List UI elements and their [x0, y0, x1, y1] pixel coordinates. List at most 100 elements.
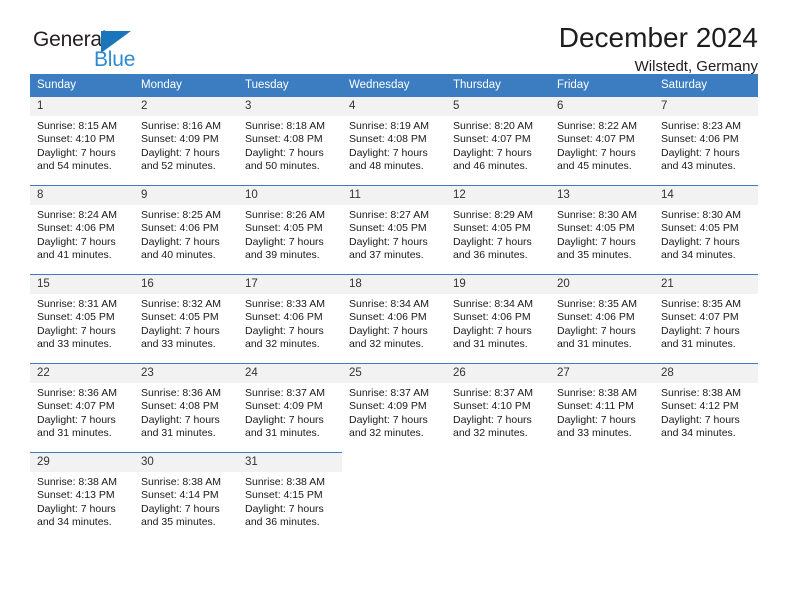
calendar-day-cell[interactable]: 3 Sunrise: 8:18 AM Sunset: 4:08 PM Daylight…: [238, 96, 342, 186]
daylight-text-line2: and 31 minutes.: [453, 338, 528, 351]
calendar-day-cell[interactable]: 18 Sunrise: 8:34 AM Sunset: 4:06 PM Dayligh…: [342, 274, 446, 364]
daylight-text-line1: Daylight: 7 hours: [245, 235, 324, 248]
daylight-text-line1: Daylight: 7 hours: [141, 413, 220, 426]
calendar-week-row: 22 Sunrise: 8:36 AM Sunset: 4:07 PM Dayligh…: [30, 363, 758, 453]
calendar-day-cell-empty: [342, 452, 446, 542]
sunset-text: Sunset: 4:06 PM: [661, 133, 739, 146]
calendar-day-cell[interactable]: 6 Sunrise: 8:22 AM Sunset: 4:07 PM Daylight…: [550, 96, 654, 186]
sunrise-text: Sunrise: 8:37 AM: [245, 387, 325, 399]
calendar-day-cell[interactable]: 12 Sunrise: 8:29 AM Sunset: 4:05 PM Dayligh…: [446, 185, 550, 275]
calendar-day-cell[interactable]: 25 Sunrise: 8:37 AM Sunset: 4:09 PM Dayligh…: [342, 363, 446, 453]
calendar-day-cell[interactable]: 24 Sunrise: 8:37 AM Sunset: 4:09 PM Dayligh…: [238, 363, 342, 453]
calendar-day-cell[interactable]: 22 Sunrise: 8:36 AM Sunset: 4:07 PM Dayligh…: [30, 363, 134, 453]
sunrise-text: Sunrise: 8:32 AM: [141, 298, 221, 310]
daylight-text-line2: and 35 minutes.: [557, 249, 632, 262]
calendar-day-cell[interactable]: 23 Sunrise: 8:36 AM Sunset: 4:08 PM Dayligh…: [134, 363, 238, 453]
calendar-day-cell[interactable]: 19 Sunrise: 8:34 AM Sunset: 4:06 PM Dayligh…: [446, 274, 550, 364]
day-info: Sunrise: 8:24 AM Sunset: 4:06 PM Daylight:…: [30, 205, 134, 263]
sunrise-text: Sunrise: 8:35 AM: [661, 298, 741, 310]
calendar-day-cell[interactable]: 10 Sunrise: 8:26 AM Sunset: 4:05 PM Dayligh…: [238, 185, 342, 275]
sunset-text: Sunset: 4:05 PM: [557, 222, 635, 235]
daylight-text-line1: Daylight: 7 hours: [245, 502, 324, 515]
daylight-text-line2: and 31 minutes.: [661, 338, 736, 351]
daylight-text-line2: and 41 minutes.: [37, 249, 112, 262]
sunset-text: Sunset: 4:14 PM: [141, 489, 219, 502]
sunrise-text: Sunrise: 8:31 AM: [37, 298, 117, 310]
daylight-text-line1: Daylight: 7 hours: [37, 235, 116, 248]
calendar-day-cell[interactable]: 11 Sunrise: 8:27 AM Sunset: 4:05 PM Dayligh…: [342, 185, 446, 275]
calendar-day-cell[interactable]: 14 Sunrise: 8:30 AM Sunset: 4:05 PM Dayligh…: [654, 185, 758, 275]
calendar-day-cell[interactable]: 7 Sunrise: 8:23 AM Sunset: 4:06 PM Daylight…: [654, 96, 758, 186]
day-number: 30: [134, 453, 238, 472]
calendar-week-row: 1 Sunrise: 8:15 AM Sunset: 4:10 PM Daylight…: [30, 96, 758, 186]
day-number: 12: [446, 186, 550, 205]
daylight-text-line1: Daylight: 7 hours: [245, 146, 324, 159]
calendar-day-cell-empty: [654, 452, 758, 542]
brand-logo[interactable]: General Blue: [33, 28, 163, 80]
day-number: 15: [30, 275, 134, 294]
sunset-text: Sunset: 4:07 PM: [557, 133, 635, 146]
sunrise-text: Sunrise: 8:18 AM: [245, 120, 325, 132]
sunset-text: Sunset: 4:10 PM: [37, 133, 115, 146]
daylight-text-line2: and 31 minutes.: [141, 427, 216, 440]
sunrise-text: Sunrise: 8:16 AM: [141, 120, 221, 132]
daylight-text-line1: Daylight: 7 hours: [557, 324, 636, 337]
calendar-day-cell[interactable]: 13 Sunrise: 8:30 AM Sunset: 4:05 PM Dayligh…: [550, 185, 654, 275]
calendar-day-cell[interactable]: 8 Sunrise: 8:24 AM Sunset: 4:06 PM Daylight…: [30, 185, 134, 275]
day-number: 3: [238, 97, 342, 116]
calendar-day-cell[interactable]: 15 Sunrise: 8:31 AM Sunset: 4:05 PM Dayligh…: [30, 274, 134, 364]
day-info: Sunrise: 8:18 AM Sunset: 4:08 PM Daylight:…: [238, 116, 342, 174]
daylight-text-line2: and 34 minutes.: [661, 249, 736, 262]
calendar-day-cell[interactable]: 20 Sunrise: 8:35 AM Sunset: 4:06 PM Dayligh…: [550, 274, 654, 364]
day-number: 9: [134, 186, 238, 205]
day-number: 23: [134, 364, 238, 383]
calendar-day-cell[interactable]: 16 Sunrise: 8:32 AM Sunset: 4:05 PM Dayligh…: [134, 274, 238, 364]
day-number: 11: [342, 186, 446, 205]
daylight-text-line2: and 32 minutes.: [245, 338, 320, 351]
daylight-text-line2: and 39 minutes.: [245, 249, 320, 262]
daylight-text-line1: Daylight: 7 hours: [141, 324, 220, 337]
day-info: Sunrise: 8:22 AM Sunset: 4:07 PM Daylight:…: [550, 116, 654, 174]
calendar-day-cell[interactable]: 30 Sunrise: 8:38 AM Sunset: 4:14 PM Dayligh…: [134, 452, 238, 542]
daylight-text-line1: Daylight: 7 hours: [141, 146, 220, 159]
calendar-day-cell[interactable]: 31 Sunrise: 8:38 AM Sunset: 4:15 PM Dayligh…: [238, 452, 342, 542]
calendar-day-cell[interactable]: 21 Sunrise: 8:35 AM Sunset: 4:07 PM Dayligh…: [654, 274, 758, 364]
calendar-day-cell[interactable]: 5 Sunrise: 8:20 AM Sunset: 4:07 PM Daylight…: [446, 96, 550, 186]
calendar-day-cell[interactable]: 1 Sunrise: 8:15 AM Sunset: 4:10 PM Daylight…: [30, 96, 134, 186]
calendar-day-cell[interactable]: 26 Sunrise: 8:37 AM Sunset: 4:10 PM Dayligh…: [446, 363, 550, 453]
day-number: 4: [342, 97, 446, 116]
calendar-container: Sunday Monday Tuesday Wednesday Thursday…: [30, 74, 758, 542]
day-number: 26: [446, 364, 550, 383]
sunrise-text: Sunrise: 8:35 AM: [557, 298, 637, 310]
calendar-day-cell[interactable]: 17 Sunrise: 8:33 AM Sunset: 4:06 PM Dayligh…: [238, 274, 342, 364]
calendar-week-row: 15 Sunrise: 8:31 AM Sunset: 4:05 PM Dayligh…: [30, 274, 758, 364]
daylight-text-line2: and 31 minutes.: [37, 427, 112, 440]
day-info: Sunrise: 8:38 AM Sunset: 4:12 PM Daylight:…: [654, 383, 758, 441]
title-block: December 2024 Wilstedt, Germany: [559, 22, 758, 75]
day-number: 18: [342, 275, 446, 294]
sunrise-text: Sunrise: 8:38 AM: [141, 476, 221, 488]
day-info: Sunrise: 8:27 AM Sunset: 4:05 PM Daylight:…: [342, 205, 446, 263]
daylight-text-line2: and 50 minutes.: [245, 160, 320, 173]
daylight-text-line2: and 37 minutes.: [349, 249, 424, 262]
calendar-day-cell[interactable]: 27 Sunrise: 8:38 AM Sunset: 4:11 PM Dayligh…: [550, 363, 654, 453]
daylight-text-line1: Daylight: 7 hours: [349, 235, 428, 248]
day-number: 19: [446, 275, 550, 294]
calendar-page: General Blue December 2024 Wilstedt, Ger…: [0, 0, 792, 612]
sunrise-text: Sunrise: 8:22 AM: [557, 120, 637, 132]
calendar-day-cell[interactable]: 2 Sunrise: 8:16 AM Sunset: 4:09 PM Daylight…: [134, 96, 238, 186]
daylight-text-line1: Daylight: 7 hours: [141, 502, 220, 515]
day-info: Sunrise: 8:38 AM Sunset: 4:11 PM Daylight:…: [550, 383, 654, 441]
calendar-day-cell[interactable]: 28 Sunrise: 8:38 AM Sunset: 4:12 PM Dayligh…: [654, 363, 758, 453]
calendar-day-cell[interactable]: 29 Sunrise: 8:38 AM Sunset: 4:13 PM Dayligh…: [30, 452, 134, 542]
day-number: 28: [654, 364, 758, 383]
sunset-text: Sunset: 4:09 PM: [245, 400, 323, 413]
calendar-week-row: 29 Sunrise: 8:38 AM Sunset: 4:13 PM Dayligh…: [30, 452, 758, 542]
calendar-day-cell[interactable]: 4 Sunrise: 8:19 AM Sunset: 4:08 PM Daylight…: [342, 96, 446, 186]
daylight-text-line2: and 36 minutes.: [453, 249, 528, 262]
day-number: 31: [238, 453, 342, 472]
day-info: Sunrise: 8:34 AM Sunset: 4:06 PM Daylight:…: [446, 294, 550, 352]
daylight-text-line1: Daylight: 7 hours: [245, 413, 324, 426]
day-number: 2: [134, 97, 238, 116]
calendar-day-cell[interactable]: 9 Sunrise: 8:25 AM Sunset: 4:06 PM Daylight…: [134, 185, 238, 275]
